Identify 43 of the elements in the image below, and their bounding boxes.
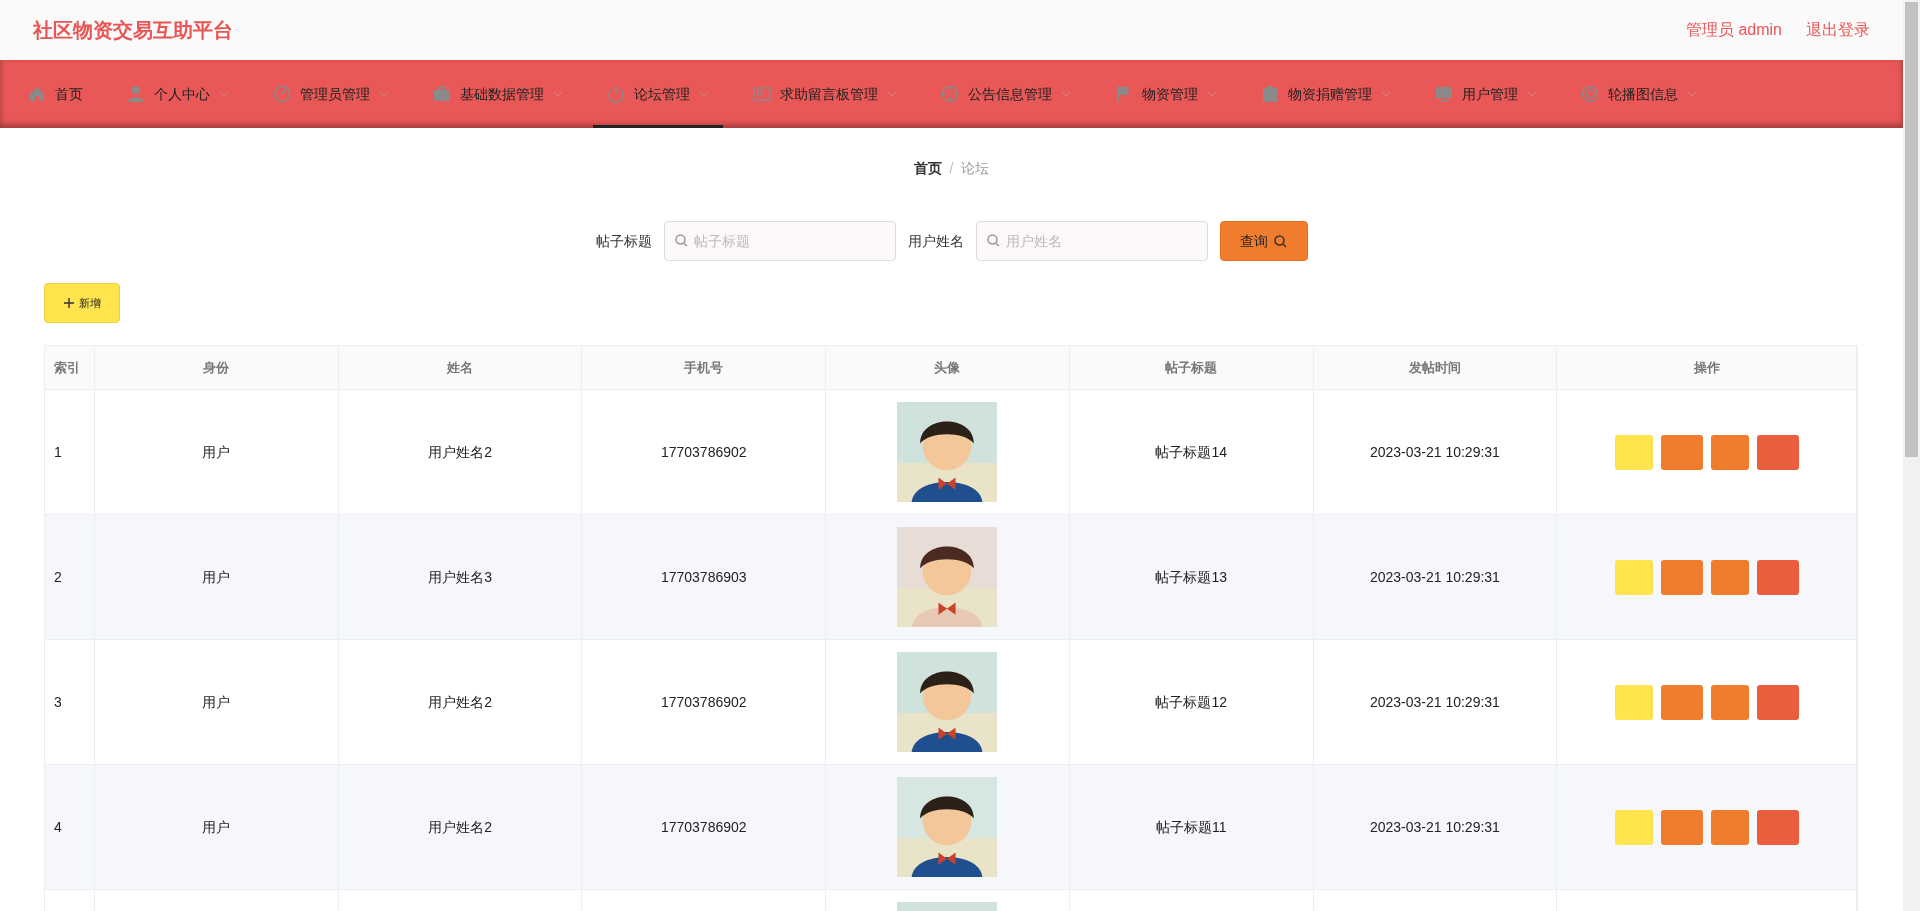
table-cell: 2023-03-21 10:29:31 [1313, 515, 1558, 640]
field-label: 用户姓名 [907, 231, 964, 251]
column-header: 身份 [95, 346, 339, 390]
column-header: 姓名 [338, 346, 583, 390]
nav-item[interactable]: 轮播图信息 [1567, 60, 1711, 128]
add-button[interactable]: 新增 [44, 283, 120, 323]
table-cell: 17703786903 [582, 515, 827, 640]
nav-item[interactable]: 首页 [14, 60, 97, 128]
nav-item[interactable]: 个人中心 [113, 60, 243, 128]
column-header: 操作 [1557, 346, 1857, 390]
field-label: 帖子标题 [595, 231, 652, 251]
nav-item[interactable]: 求助留言板管理 [739, 60, 911, 128]
site-title: 社区物资交易互助平台 [33, 18, 233, 43]
table-cell: 用户姓名3 [338, 515, 583, 640]
column-header: 索引 [45, 346, 95, 390]
table-cell: 2023-03-21 10:29:31 [1313, 765, 1558, 890]
nav-item[interactable]: 公告信息管理 [927, 60, 1085, 128]
breadcrumb-separator: / [949, 160, 954, 176]
nav-item[interactable]: 物资管理 [1101, 60, 1231, 128]
search-button[interactable]: 查询 [1219, 221, 1308, 261]
column-header: 发帖时间 [1313, 346, 1558, 390]
nav-item[interactable]: 用户管理 [1421, 60, 1551, 128]
user-link[interactable]: 管理员 admin [1685, 18, 1782, 42]
column-header: 帖子标题 [1069, 346, 1314, 390]
table-cell: 4 [45, 765, 95, 890]
column-header: 头像 [826, 346, 1070, 390]
search-field[interactable]: 帖子标题 [663, 221, 896, 261]
logout-link[interactable]: 退出登录 [1806, 18, 1870, 42]
nav-item[interactable]: 基础数据管理 [419, 60, 577, 128]
table-cell: 帖子标题11 [1069, 765, 1314, 890]
table-cell: 帖子标题13 [1069, 515, 1314, 640]
table-cell: 用户姓名2 [338, 765, 583, 890]
table-cell: 用户 [95, 515, 339, 640]
search-field[interactable]: 用户姓名 [975, 221, 1208, 261]
nav-item[interactable]: 论坛管理 [593, 60, 723, 128]
table-cell: 2 [45, 515, 95, 640]
nav-item[interactable]: 管理员管理 [259, 60, 403, 128]
column-header: 手机号 [582, 346, 827, 390]
nav-item[interactable]: 物资捐赠管理 [1247, 60, 1405, 128]
table-cell: 用户 [95, 765, 339, 890]
breadcrumb-item: 论坛 [961, 160, 990, 176]
breadcrumb-item[interactable]: 首页 [913, 160, 942, 176]
table-cell: 17703786902 [582, 765, 827, 890]
